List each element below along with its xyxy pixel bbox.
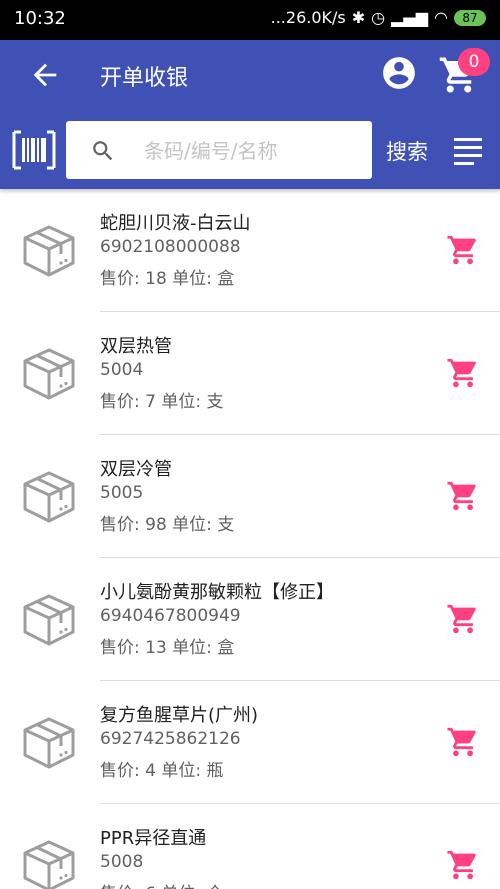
- product-price: 售价: 6 单位: 个: [100, 879, 223, 889]
- product-item[interactable]: 蛇胆川贝液-白云山 6902108000088 售价: 18 单位: 盒: [0, 189, 500, 312]
- product-item[interactable]: 小儿氨酚黄那敏颗粒【修正】 6940467800949 售价: 13 单位: 盒: [0, 558, 500, 681]
- product-name: 双层热管: [100, 336, 172, 357]
- product-code: 5005: [100, 483, 144, 503]
- status-icons: ...26.0K/s ✱ ◷ ▂▄▆ ◠ 87: [271, 8, 486, 27]
- status-time: 10:32: [14, 8, 66, 29]
- product-code: 6902108000088: [100, 237, 241, 257]
- product-price: 售价: 18 单位: 盒: [100, 269, 235, 289]
- app-bar: 开单收银 0 搜索: [0, 40, 500, 189]
- menu-icon[interactable]: [452, 134, 484, 166]
- product-price: 售价: 98 单位: 支: [100, 515, 235, 535]
- cart-count-badge: 0: [458, 48, 490, 76]
- product-code: 5008: [100, 852, 144, 872]
- package-icon: [23, 225, 75, 277]
- product-list: 蛇胆川贝液-白云山 6902108000088 售价: 18 单位: 盒 双层热…: [0, 189, 500, 889]
- package-icon: [23, 717, 75, 769]
- product-name: 双层冷管: [100, 459, 172, 480]
- search-icon: [93, 141, 113, 161]
- product-code: 6940467800949: [100, 606, 241, 626]
- product-price: 售价: 13 单位: 盒: [100, 638, 235, 658]
- network-speed: ...26.0K/s: [270, 8, 346, 27]
- add-to-cart-icon[interactable]: [446, 848, 480, 882]
- product-item[interactable]: 双层热管 5004 售价: 7 单位: 支: [0, 312, 500, 435]
- package-icon: [23, 840, 75, 889]
- search-input[interactable]: [142, 131, 366, 171]
- add-to-cart-icon[interactable]: [446, 725, 480, 759]
- barcode-scan-icon[interactable]: [12, 130, 56, 170]
- product-item[interactable]: 复方鱼腥草片(广州) 6927425862126 售价: 4 单位: 瓶: [0, 681, 500, 804]
- wifi-icon: ◠: [434, 8, 448, 27]
- product-code: 5004: [100, 360, 144, 380]
- product-code: 6927425862126: [100, 729, 241, 749]
- package-icon: [23, 471, 75, 523]
- add-to-cart-icon[interactable]: [446, 356, 480, 390]
- back-arrow-icon[interactable]: [28, 58, 62, 92]
- product-name: 蛇胆川贝液-白云山: [100, 213, 251, 234]
- add-to-cart-icon[interactable]: [446, 602, 480, 636]
- bluetooth-icon: ✱: [351, 8, 366, 27]
- product-name: PPR异径直通: [100, 828, 207, 849]
- add-to-cart-icon[interactable]: [446, 233, 480, 267]
- product-name: 复方鱼腥草片(广州): [100, 705, 259, 726]
- status-bar: 10:32 ...26.0K/s ✱ ◷ ▂▄▆ ◠ 87: [0, 0, 500, 40]
- search-button[interactable]: 搜索: [386, 136, 428, 166]
- page-title: 开单收银: [100, 66, 189, 91]
- search-box: [66, 121, 372, 179]
- product-price: 售价: 4 单位: 瓶: [100, 761, 224, 781]
- battery-icon: 87: [454, 9, 486, 26]
- package-icon: [23, 594, 75, 646]
- account-icon[interactable]: [380, 54, 418, 92]
- product-name: 小儿氨酚黄那敏颗粒【修正】: [100, 582, 334, 603]
- package-icon: [23, 348, 75, 400]
- product-price: 售价: 7 单位: 支: [100, 392, 224, 412]
- signal-icon: ▂▄▆: [391, 8, 429, 27]
- product-item[interactable]: 双层冷管 5005 售价: 98 单位: 支: [0, 435, 500, 558]
- product-item[interactable]: PPR异径直通 5008 售价: 6 单位: 个: [0, 804, 500, 889]
- alarm-icon: ◷: [371, 8, 386, 27]
- add-to-cart-icon[interactable]: [446, 479, 480, 513]
